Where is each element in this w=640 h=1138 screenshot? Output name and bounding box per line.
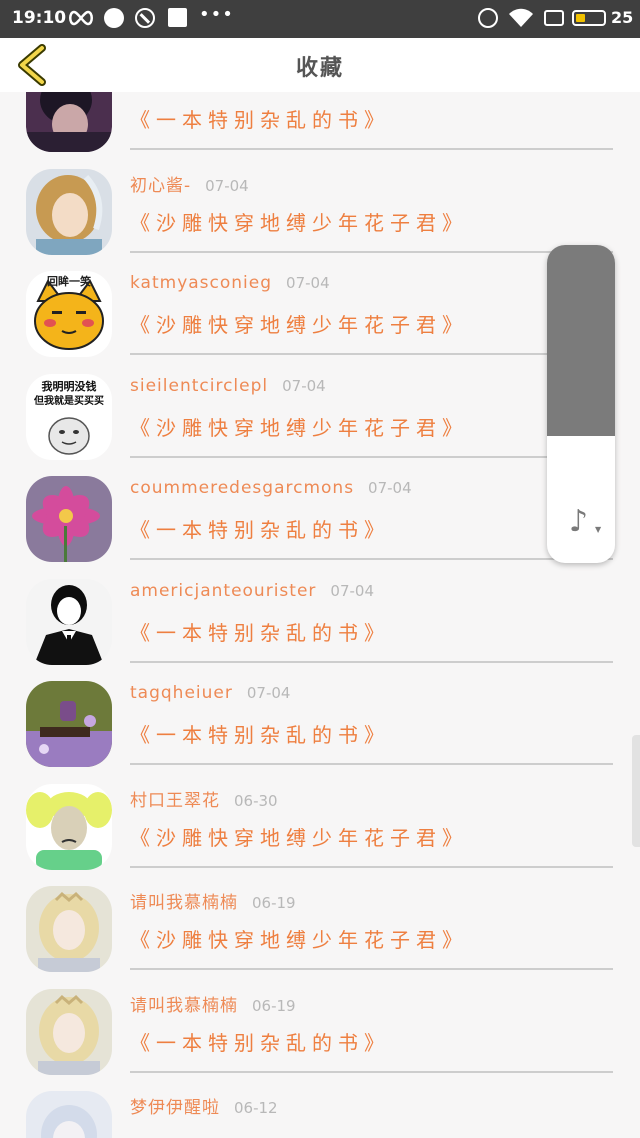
divider — [130, 968, 613, 970]
infinity-icon — [69, 10, 93, 26]
app-header: 收藏 — [0, 38, 640, 92]
battery-level: 25 — [611, 8, 634, 27]
status-bar: 19:10 ••• 25 — [0, 0, 640, 38]
svg-text:我明明没钱: 我明明没钱 — [42, 379, 97, 393]
avatar[interactable] — [26, 92, 112, 152]
username: 请叫我慕楠楠 06-19 — [130, 991, 296, 1016]
list-item[interactable]: 请叫我慕楠楠 06-19 《沙雕快穿地缚少年花子君》 — [0, 876, 640, 979]
list-item[interactable]: 初心酱- 07-04 《沙雕快穿地缚少年花子君》 — [0, 159, 640, 262]
book-title[interactable]: 《沙雕快穿地缚少年花子君》 — [130, 412, 468, 441]
book-title[interactable]: 《一本特别杂乱的书》 — [130, 1027, 390, 1056]
list-item[interactable]: americjanteourister 07-04 《一本特别杂乱的书》 — [0, 569, 640, 672]
date-label: 07-04 — [368, 479, 412, 497]
username-text: coummeredesgarcmons — [130, 478, 355, 498]
alarm-icon — [478, 8, 498, 28]
username: tagqheiuer 07-04 — [130, 683, 290, 703]
avatar[interactable] — [26, 476, 112, 562]
divider — [130, 763, 613, 765]
username: 初心酱- 07-04 — [130, 171, 249, 196]
list-item[interactable]: 我明明没钱 但我就是买买买 sieilentcirclepl 07-04 《沙雕快穿地缚… — [0, 364, 640, 467]
svg-text:回眸一笑: 回眸一笑 — [47, 274, 91, 288]
username: 村口王翠花 06-30 — [130, 786, 278, 811]
do-not-disturb-icon — [135, 8, 155, 28]
date-label: 06-19 — [252, 996, 296, 1015]
list-item[interactable]: 《一本特别杂乱的书》 — [0, 92, 640, 159]
list-item[interactable]: 请叫我慕楠楠 06-19 《一本特别杂乱的书》 — [0, 979, 640, 1082]
avatar[interactable] — [26, 783, 112, 870]
username: 请叫我慕楠楠 06-19 — [130, 888, 296, 913]
book-title[interactable]: 《一本特别杂乱的书》 — [130, 617, 390, 646]
list-item[interactable]: 回眸一笑 katmyasconieg 07-04 《沙雕快穿地缚少年花子君》 — [0, 261, 640, 364]
divider — [130, 865, 613, 868]
avatar[interactable] — [26, 886, 112, 972]
username-text: sieilentcirclepl — [130, 375, 269, 396]
date-label: 06-19 — [252, 894, 296, 912]
avatar[interactable]: 回眸一笑 — [26, 271, 112, 357]
username: americjanteourister 07-04 — [130, 581, 374, 601]
date-label: 07-04 — [286, 274, 330, 292]
divider — [130, 558, 613, 560]
divider — [130, 353, 613, 355]
more-notifications-icon: ••• — [199, 4, 234, 25]
divider — [130, 1070, 613, 1073]
volume-level-bar[interactable] — [547, 245, 615, 436]
avatar[interactable] — [26, 988, 112, 1075]
date-label: 07-04 — [282, 376, 326, 395]
scrollbar[interactable] — [632, 735, 640, 847]
dropdown-caret-icon: ▼ — [595, 525, 602, 534]
username: sieilentcirclepl 07-04 — [130, 376, 326, 396]
username-text: 梦伊伊醒啦 — [130, 1098, 220, 1118]
avatar[interactable] — [26, 681, 112, 767]
book-title[interactable]: 《沙雕快穿地缚少年花子君》 — [130, 207, 468, 236]
date-label: 06-30 — [234, 791, 278, 810]
divider — [130, 148, 613, 150]
book-title[interactable]: 《一本特别杂乱的书》 — [130, 719, 390, 748]
status-time: 19:10 — [12, 8, 67, 28]
list-item[interactable]: 梦伊伊醒啦 06-12 — [0, 1081, 640, 1138]
avatar[interactable]: 我明明没钱 但我就是买买买 — [26, 373, 112, 460]
book-title[interactable]: 《沙雕快穿地缚少年花子君》 — [130, 309, 468, 338]
username-text: 初心酱- — [130, 175, 192, 196]
username-text: 请叫我慕楠楠 — [130, 995, 238, 1016]
music-note-icon[interactable]: ♪ — [569, 507, 588, 537]
username-text: 村口王翠花 — [130, 790, 220, 811]
divider — [130, 250, 613, 253]
book-title[interactable]: 《沙雕快穿地缚少年花子君》 — [130, 924, 468, 953]
date-label: 07-04 — [246, 684, 291, 702]
book-title[interactable]: 《一本特别杂乱的书》 — [130, 104, 390, 133]
book-title[interactable]: 《一本特别杂乱的书》 — [130, 514, 390, 543]
date-label: 07-04 — [330, 581, 374, 600]
book-title[interactable]: 《沙雕快穿地缚少年花子君》 — [130, 822, 468, 851]
list-item[interactable]: 村口王翠花 06-30 《沙雕快穿地缚少年花子君》 — [0, 774, 640, 877]
avatar[interactable] — [26, 578, 112, 665]
list-item[interactable]: coummeredesgarcmons 07-04 《一本特别杂乱的书》 — [0, 466, 640, 569]
avatar[interactable] — [26, 1091, 112, 1138]
list-item[interactable]: tagqheiuer 07-04 《一本特别杂乱的书》 — [0, 671, 640, 774]
screen-icon — [544, 10, 564, 26]
username: 梦伊伊醒啦 06-12 — [130, 1093, 278, 1118]
username: coummeredesgarcmons 07-04 — [130, 478, 412, 498]
username-text: katmyasconieg — [130, 273, 273, 293]
favorites-list[interactable]: 《一本特别杂乱的书》 初心酱- 07-04 《沙雕快穿地缚少年花子君》 回眸一笑 katm… — [0, 92, 640, 1138]
page-title: 收藏 — [295, 56, 344, 81]
music-player-widget[interactable]: ♪ ▼ — [547, 245, 615, 563]
avatar[interactable] — [26, 168, 112, 255]
username-text: 请叫我慕楠楠 — [130, 893, 238, 913]
date-label: 06-12 — [234, 1099, 278, 1117]
username: katmyasconieg 07-04 — [130, 273, 330, 293]
chat-bubble-icon — [104, 8, 124, 28]
news-icon — [168, 8, 187, 27]
divider — [130, 455, 613, 458]
battery-icon — [572, 10, 606, 26]
username-text: americjanteourister — [130, 580, 317, 601]
date-label: 07-04 — [205, 176, 249, 195]
username-text: tagqheiuer — [130, 683, 233, 703]
divider — [130, 660, 613, 663]
wifi-icon — [509, 8, 533, 27]
svg-text:但我就是买买买: 但我就是买买买 — [33, 394, 104, 407]
